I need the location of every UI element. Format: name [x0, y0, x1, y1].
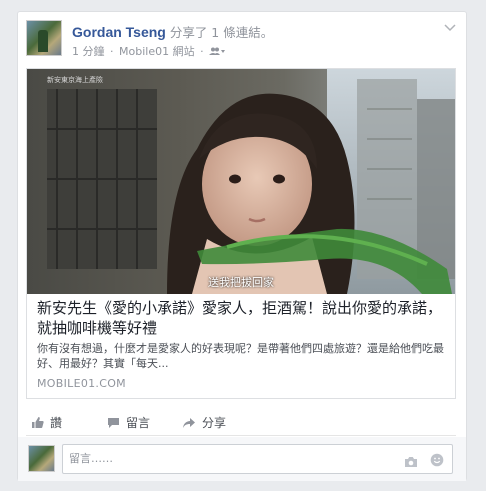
like-label: 讚: [50, 416, 63, 430]
share-arrow-icon: [182, 416, 196, 430]
link-text-block: 新安先生《愛的小承諾》愛家人，拒酒駕！說出你愛的承諾，就抽咖啡機等好禮 你有沒有…: [27, 294, 455, 390]
like-button[interactable]: 讚: [30, 414, 62, 431]
video-logo: 新安東京海上產險: [47, 76, 103, 84]
meta-separator: ·: [110, 45, 114, 58]
link-domain: MOBILE01.COM: [37, 377, 126, 390]
commenter-avatar: [28, 445, 55, 472]
post-meta: 1 分鐘 · Mobile01 網站 ·: [72, 43, 226, 59]
comment-button[interactable]: 留言: [106, 414, 150, 431]
video-subtitle: 送我把拔回家: [208, 276, 274, 289]
thumbs-up-icon: [30, 416, 44, 430]
link-description: 你有沒有想過，什麼才是愛家人的好表現呢？是帶著他們四處旅遊？還是給他們吃最好、用…: [37, 342, 444, 370]
author-name-link[interactable]: Gordan Tseng: [72, 24, 166, 40]
link-title[interactable]: 新安先生《愛的小承諾》愛家人，拒酒駕！說出你愛的承諾，就抽咖啡機等好禮: [37, 298, 447, 338]
shared-link-preview[interactable]: 新安東京海上產險 送我把拔回家 新安先生《愛的小承諾》愛家人，拒酒駕！說出你愛的…: [26, 68, 456, 399]
camera-icon[interactable]: [404, 453, 418, 467]
post-action-text: 分享了 1 條連結。: [165, 25, 274, 40]
comment-input[interactable]: [69, 452, 389, 465]
post-action-bar: 讚 留言 分享: [26, 410, 456, 436]
friends-icon[interactable]: [209, 46, 226, 59]
author-line: Gordan Tseng 分享了 1 條連結。: [72, 22, 273, 41]
post-header: Gordan Tseng 分享了 1 條連結。 1 分鐘 · Mobile01 …: [26, 20, 458, 66]
comment-bubble-icon: [106, 416, 120, 430]
feed-post-card: Gordan Tseng 分享了 1 條連結。 1 分鐘 · Mobile01 …: [17, 11, 467, 481]
video-frame-illustration: [27, 69, 455, 294]
post-source[interactable]: Mobile01 網站: [119, 45, 195, 58]
chevron-down-icon[interactable]: [444, 24, 456, 34]
comment-composer: [18, 437, 466, 481]
share-button[interactable]: 分享: [182, 414, 226, 431]
author-avatar[interactable]: [26, 20, 62, 56]
emoji-icon[interactable]: [430, 452, 444, 467]
post-timestamp[interactable]: 1 分鐘: [72, 45, 105, 58]
meta-separator-2: ·: [200, 45, 204, 58]
share-label: 分享: [202, 416, 227, 430]
comment-label: 留言: [126, 416, 151, 430]
comment-input-box[interactable]: [62, 444, 453, 474]
video-thumbnail[interactable]: 新安東京海上產險 送我把拔回家: [27, 69, 455, 294]
